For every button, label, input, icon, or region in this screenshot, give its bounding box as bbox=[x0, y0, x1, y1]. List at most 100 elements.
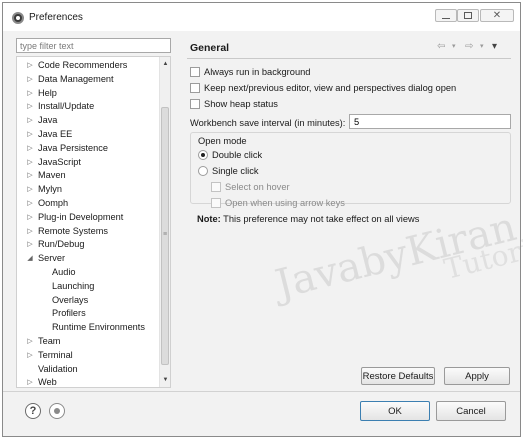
header-divider bbox=[187, 58, 511, 59]
tree-item-label: Plug-in Development bbox=[38, 211, 124, 222]
collapsed-arrow-icon[interactable]: ▷ bbox=[26, 197, 34, 210]
collapsed-arrow-icon[interactable]: ▷ bbox=[26, 142, 34, 155]
collapsed-arrow-icon[interactable]: ▷ bbox=[26, 376, 34, 387]
double-click-radio[interactable]: Double click bbox=[198, 148, 262, 161]
radio-label: Double click bbox=[212, 149, 263, 160]
tree-item-label: Code Recommenders bbox=[38, 60, 128, 70]
always-run-background-checkbox[interactable]: Always run in background bbox=[190, 65, 310, 78]
collapsed-arrow-icon[interactable]: ▷ bbox=[26, 87, 34, 100]
checkbox-box[interactable] bbox=[211, 197, 221, 208]
save-interval-label: Workbench save interval (in minutes): bbox=[190, 118, 346, 128]
single-click-radio[interactable]: Single click bbox=[198, 164, 259, 177]
checkbox-label: Show heap status bbox=[204, 98, 278, 109]
view-menu-icon[interactable]: ▾ bbox=[492, 40, 497, 54]
tree-item-label: Audio bbox=[52, 267, 76, 277]
footer-divider bbox=[3, 391, 520, 392]
ok-button[interactable]: OK bbox=[360, 401, 430, 421]
open-mode-title: Open mode bbox=[198, 136, 247, 146]
scroll-down-icon[interactable]: ▼ bbox=[161, 375, 170, 385]
collapsed-arrow-icon[interactable]: ▷ bbox=[26, 128, 34, 141]
preferences-window: Preferences ✕ ▲ ≡ ▼ ▷ Code Recommenders ▷ D… bbox=[2, 2, 523, 437]
open-mode-note: Note: This preference may not take effec… bbox=[197, 214, 419, 224]
window-title: Preferences bbox=[29, 12, 83, 23]
collapsed-arrow-icon[interactable]: ▷ bbox=[26, 100, 34, 113]
preference-page: General ⇦ ▾ ⇨ ▾ ▾ Always run in backgrou… bbox=[181, 33, 523, 390]
collapsed-arrow-icon[interactable]: ▷ bbox=[26, 349, 34, 362]
note-text: This preference may not take effect on a… bbox=[220, 214, 420, 224]
tree-item-label: Team bbox=[38, 336, 61, 346]
checkbox-label: Keep next/previous editor, view and pers… bbox=[204, 82, 457, 93]
radio-button[interactable] bbox=[198, 149, 208, 160]
maximize-icon bbox=[464, 12, 472, 19]
expanded-arrow-icon[interactable]: ◢ bbox=[26, 252, 34, 265]
tree-item-label: Help bbox=[38, 87, 57, 98]
forward-icon[interactable]: ⇨ bbox=[465, 40, 473, 54]
tree-item-label: Validation bbox=[38, 363, 78, 374]
apply-button[interactable]: Apply bbox=[444, 367, 510, 385]
collapsed-arrow-icon[interactable]: ▷ bbox=[26, 73, 34, 86]
select-on-hover-checkbox[interactable]: Select on hover bbox=[211, 180, 290, 193]
preference-tree: ▲ ≡ ▼ ▷ Code Recommenders ▷ Data Management… bbox=[16, 56, 171, 388]
scroll-up-icon[interactable]: ▲ bbox=[161, 59, 170, 69]
checkbox-label: Open when using arrow keys bbox=[225, 197, 345, 208]
back-icon[interactable]: ⇦ bbox=[437, 40, 445, 54]
checkbox-label: Always run in background bbox=[204, 66, 311, 77]
tree-item-label: Mylyn bbox=[38, 184, 62, 195]
scroll-thumb[interactable]: ≡ bbox=[161, 107, 169, 365]
checkbox-box[interactable] bbox=[211, 181, 221, 192]
minimize-button[interactable] bbox=[435, 9, 457, 22]
grip-icon: ≡ bbox=[163, 231, 168, 238]
collapsed-arrow-icon[interactable]: ▷ bbox=[26, 211, 34, 224]
tree-item-label: Server bbox=[38, 253, 66, 264]
tree-item-label: Java EE bbox=[38, 129, 73, 139]
maximize-button[interactable] bbox=[457, 9, 479, 22]
collapsed-arrow-icon[interactable]: ▷ bbox=[26, 335, 34, 348]
close-icon: ✕ bbox=[492, 9, 502, 21]
open-arrow-keys-checkbox[interactable]: Open when using arrow keys bbox=[211, 196, 345, 209]
close-button[interactable]: ✕ bbox=[480, 9, 514, 22]
page-title: General bbox=[190, 42, 230, 54]
tree-item-label: Run/Debug bbox=[38, 239, 85, 250]
tree-item-label: JavaScript bbox=[38, 156, 81, 167]
save-interval-input[interactable] bbox=[349, 114, 511, 129]
tree-item-label: Runtime Environments bbox=[52, 322, 145, 333]
forward-dropdown-icon[interactable]: ▾ bbox=[480, 40, 484, 54]
collapsed-arrow-icon[interactable]: ▷ bbox=[26, 114, 34, 127]
import-export-icon[interactable] bbox=[49, 403, 65, 419]
filter-input[interactable] bbox=[16, 38, 171, 53]
tree-item-label: Oomph bbox=[38, 198, 69, 208]
radio-button[interactable] bbox=[198, 165, 208, 176]
checkbox-box[interactable] bbox=[190, 66, 200, 77]
collapsed-arrow-icon[interactable]: ▷ bbox=[26, 225, 34, 238]
tree-item-label: Web bbox=[38, 377, 57, 388]
back-dropdown-icon[interactable]: ▾ bbox=[452, 40, 456, 54]
tree-item-label: Launching bbox=[52, 280, 95, 291]
tree-item-label: Terminal bbox=[38, 349, 73, 360]
tree-scrollbar[interactable]: ▲ ≡ ▼ bbox=[159, 57, 170, 387]
keep-dialog-open-checkbox[interactable]: Keep next/previous editor, view and pers… bbox=[190, 81, 456, 94]
checkbox-box[interactable] bbox=[190, 82, 200, 93]
collapsed-arrow-icon[interactable]: ▷ bbox=[26, 59, 34, 72]
checkbox-box[interactable] bbox=[190, 98, 200, 109]
restore-defaults-button[interactable]: Restore Defaults bbox=[361, 367, 435, 385]
cancel-button[interactable]: Cancel bbox=[436, 401, 506, 421]
tree-item-label: Remote Systems bbox=[38, 225, 108, 236]
help-icon[interactable]: ? bbox=[25, 403, 41, 419]
tree-item-label: Maven bbox=[38, 170, 66, 181]
radio-label: Single click bbox=[212, 165, 259, 176]
eclipse-icon bbox=[12, 12, 24, 24]
watermark-sub: Tutorials bbox=[440, 223, 523, 286]
tree-item-label: Data Management bbox=[38, 73, 114, 84]
title-bar: Preferences ✕ bbox=[3, 3, 520, 31]
checkbox-label: Select on hover bbox=[225, 181, 290, 192]
tree-item-label: Java Persistence bbox=[38, 142, 108, 153]
collapsed-arrow-icon[interactable]: ▷ bbox=[26, 238, 34, 251]
collapsed-arrow-icon[interactable]: ▷ bbox=[26, 156, 34, 169]
tree-item-label: Install/Update bbox=[38, 101, 95, 112]
note-bold: Note: bbox=[197, 214, 221, 224]
show-heap-status-checkbox[interactable]: Show heap status bbox=[190, 97, 278, 110]
collapsed-arrow-icon[interactable]: ▷ bbox=[26, 183, 34, 196]
collapsed-arrow-icon[interactable]: ▷ bbox=[26, 169, 34, 182]
tree-item-label: Overlays bbox=[52, 294, 89, 305]
tree-item-label: Java bbox=[38, 115, 58, 126]
